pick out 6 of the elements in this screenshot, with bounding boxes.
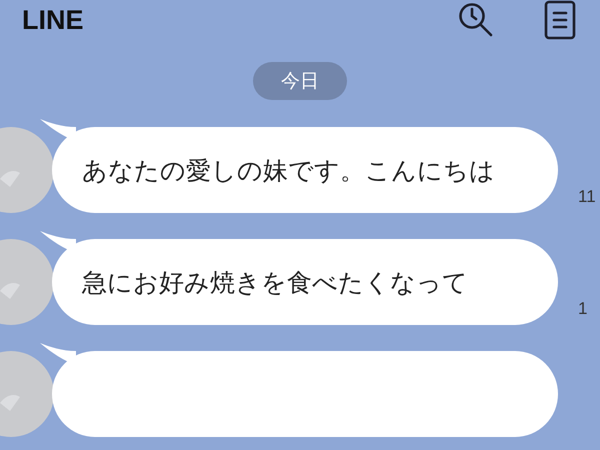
- message-text: 急にお好み焼きを食べたくなって: [82, 266, 468, 298]
- message-text: あなたの愛しの妹です。こんにちは: [82, 154, 495, 186]
- message-time: 1: [578, 299, 588, 319]
- message-time: 11: [578, 187, 596, 207]
- date-label: 今日: [253, 62, 347, 100]
- app-title: LINE: [22, 4, 85, 36]
